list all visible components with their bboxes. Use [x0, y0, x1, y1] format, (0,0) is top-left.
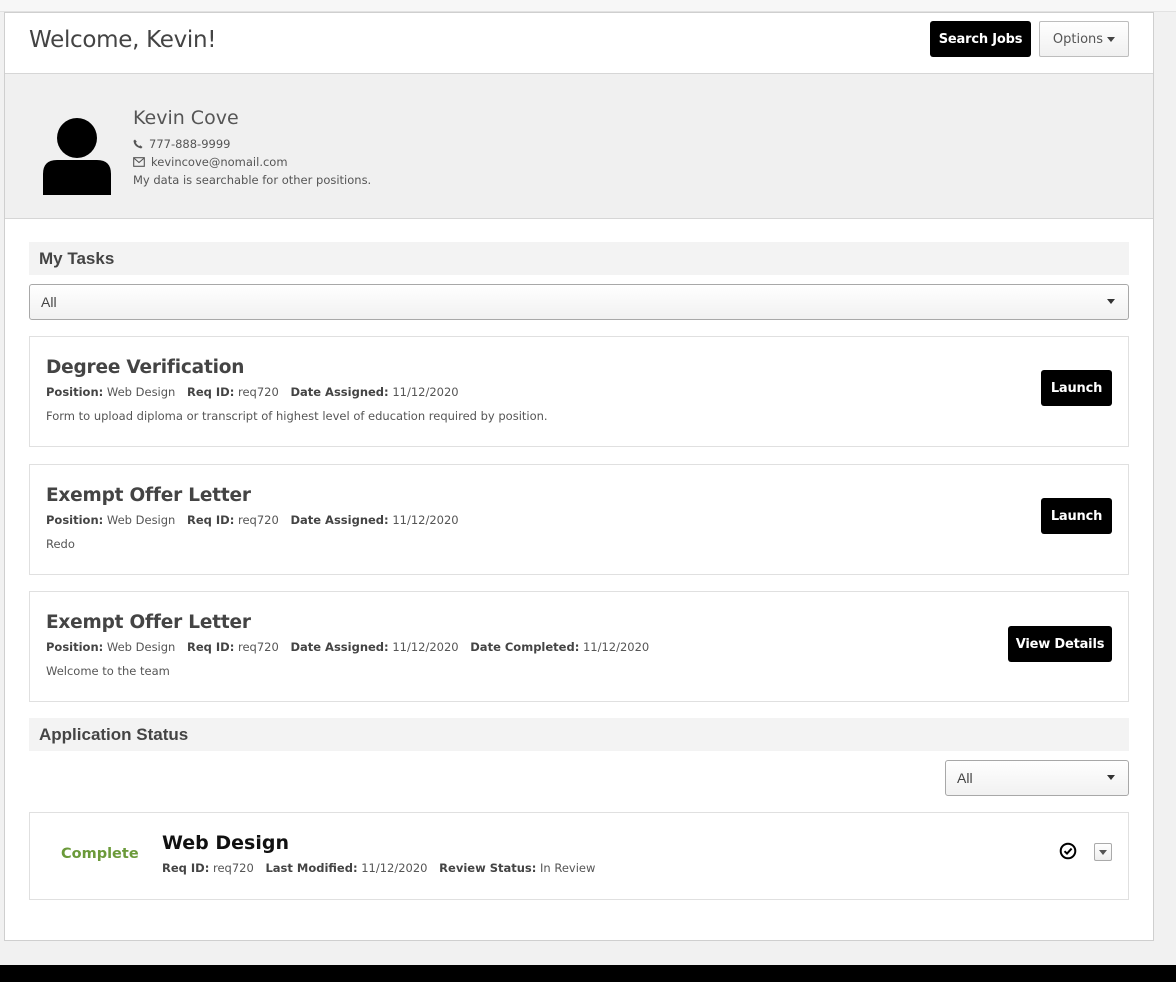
task-card: Exempt Offer Letter Position: Web Design… [29, 464, 1129, 575]
profile-email: kevincove@nomail.com [133, 155, 288, 169]
date-assigned-value: 11/12/2020 [392, 385, 459, 399]
req-id-value: req720 [237, 640, 279, 654]
date-assigned-label: Date Assigned: [290, 640, 389, 654]
tasks-filter-value: All [41, 294, 57, 310]
launch-button[interactable]: Launch [1041, 370, 1112, 406]
caret-down-icon [1107, 299, 1115, 304]
date-assigned-value: 11/12/2020 [392, 640, 459, 654]
task-title: Degree Verification [46, 357, 245, 378]
tasks-filter-select[interactable]: All [29, 284, 1129, 320]
launch-button[interactable]: Launch [1041, 498, 1112, 534]
date-assigned-label: Date Assigned: [290, 513, 389, 527]
position-label: Position: [46, 513, 104, 527]
task-description: Form to upload diploma or transcript of … [46, 409, 548, 423]
application-status-heading: Application Status [29, 718, 1129, 751]
bottom-bar [0, 965, 1176, 982]
application-status-badge: Complete [61, 846, 139, 862]
welcome-title: Welcome, Kevin! [29, 27, 217, 53]
view-details-button[interactable]: View Details [1008, 626, 1112, 662]
task-meta: Position: Web Design Req ID: req720 Date… [46, 513, 467, 527]
task-card: Exempt Offer Letter Position: Web Design… [29, 591, 1129, 702]
expand-application-button[interactable] [1094, 843, 1112, 861]
profile-card: Kevin Cove 777-888-9999 kevincove@nomail… [5, 74, 1153, 219]
date-assigned-value: 11/12/2020 [392, 513, 459, 527]
req-id-value: req720 [212, 861, 254, 875]
req-id-label: Req ID: [187, 640, 235, 654]
phone-icon [133, 139, 143, 149]
envelope-icon [133, 157, 145, 167]
searchable-note: My data is searchable for other position… [133, 173, 372, 187]
position-value: Web Design [106, 640, 176, 654]
task-card: Degree Verification Position: Web Design… [29, 336, 1129, 447]
my-tasks-heading: My Tasks [29, 242, 1129, 275]
phone-number: 777-888-9999 [149, 137, 231, 151]
last-modified-label: Last Modified: [265, 861, 358, 875]
review-status-value: In Review [540, 861, 596, 875]
profile-name: Kevin Cove [133, 107, 239, 129]
search-jobs-button[interactable]: Search Jobs [930, 21, 1031, 57]
task-title: Exempt Offer Letter [46, 612, 251, 633]
date-assigned-label: Date Assigned: [290, 385, 389, 399]
task-meta: Position: Web Design Req ID: req720 Date… [46, 385, 467, 399]
position-label: Position: [46, 385, 104, 399]
browser-top-strip [0, 0, 1176, 12]
user-avatar-icon [43, 118, 111, 195]
task-description: Welcome to the team [46, 664, 170, 678]
position-value: Web Design [106, 513, 176, 527]
date-completed-label: Date Completed: [470, 640, 580, 654]
req-id-value: req720 [237, 513, 279, 527]
caret-down-icon [1099, 849, 1107, 855]
req-id-value: req720 [237, 385, 279, 399]
application-filter-select[interactable]: All [945, 760, 1129, 796]
position-label: Position: [46, 640, 104, 654]
task-title: Exempt Offer Letter [46, 485, 251, 506]
position-value: Web Design [106, 385, 176, 399]
application-filter-value: All [957, 770, 973, 786]
application-meta: Req ID: req720 Last Modified: 11/12/2020… [162, 861, 595, 875]
options-dropdown-button[interactable]: Options [1039, 21, 1129, 57]
email-address: kevincove@nomail.com [151, 155, 288, 169]
options-label: Options [1052, 31, 1104, 47]
profile-phone: 777-888-9999 [133, 137, 230, 151]
task-meta: Position: Web Design Req ID: req720 Date… [46, 640, 657, 654]
last-modified-value: 11/12/2020 [361, 861, 428, 875]
dashboard-header: Welcome, Kevin! Search Jobs Options [5, 13, 1153, 74]
task-description: Redo [46, 537, 75, 551]
req-id-label: Req ID: [187, 513, 235, 527]
req-id-label: Req ID: [162, 861, 210, 875]
candidate-dashboard: Welcome, Kevin! Search Jobs Options Kevi… [4, 12, 1154, 941]
caret-down-icon [1107, 36, 1116, 42]
review-status-label: Review Status: [439, 861, 537, 875]
date-completed-value: 11/12/2020 [582, 640, 650, 654]
check-circle-icon [1059, 842, 1077, 860]
caret-down-icon [1107, 775, 1115, 780]
application-card: Complete Web Design Req ID: req720 Last … [29, 812, 1129, 900]
application-title: Web Design [162, 832, 289, 854]
req-id-label: Req ID: [187, 385, 235, 399]
